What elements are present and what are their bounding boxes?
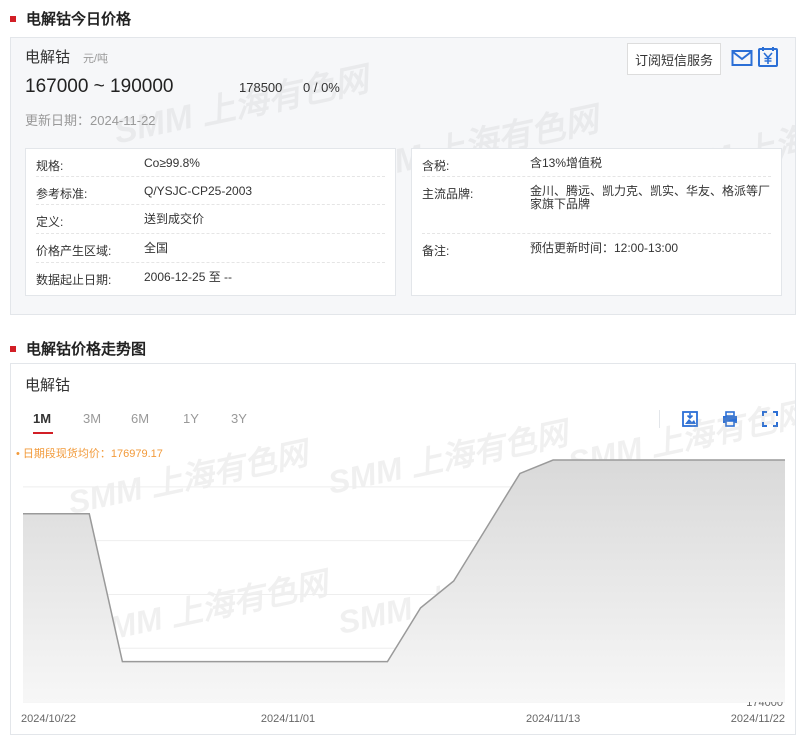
info-key: 规格: <box>36 159 64 173</box>
info-row-standard: 参考标准: Q/YSJC-CP25-2003 <box>36 177 385 205</box>
info-value: Q/YSJC-CP25-2003 <box>144 184 253 198</box>
yen-icon[interactable] <box>757 46 779 68</box>
mail-icon[interactable] <box>731 48 753 68</box>
info-value: Co≥99.8% <box>144 156 200 170</box>
x-tick-label: 2024/11/22 <box>731 713 785 725</box>
info-key: 含税: <box>422 159 450 173</box>
info-box-right: 含税: 含13%增值税 主流品牌: 金川、腾远、凯力克、凯实、华友、格派等厂家旗… <box>411 148 782 296</box>
watermark: SMM 上海有色网 <box>85 564 336 651</box>
info-row-tax: 含税: 含13%增值税 <box>422 149 771 177</box>
info-row-remark: 备注: 预估更新时间：12:00-13:00 <box>422 234 771 263</box>
section-title-text: 电解钴价格走势图 <box>26 341 147 358</box>
title-marker <box>10 345 16 352</box>
product-name: 电解钴 <box>25 49 71 66</box>
info-key: 定义: <box>36 215 64 229</box>
section-title-price-trend: 电解钴价格走势图 <box>10 338 146 359</box>
subscribe-sms-button[interactable]: 订阅短信服务 <box>627 43 721 75</box>
chart-card: 电解钴 1M 3M 6M 1Y 3Y • 日期段现货均价：176979.17 S… <box>10 363 796 735</box>
info-value: 预估更新时间：12:00-13:00 <box>530 241 679 255</box>
info-row-region: 价格产生区域: 全国 <box>36 234 385 263</box>
info-row-definition: 定义: 送到成交价 <box>36 205 385 234</box>
update-date: 更新日期：2024-11-22 <box>25 113 156 128</box>
info-box-left: 规格: Co≥99.8% 参考标准: Q/YSJC-CP25-2003 定义: … <box>25 148 396 296</box>
x-tick-label: 2024/10/22 <box>21 713 76 725</box>
x-tick-label: 2024/11/01 <box>261 713 315 725</box>
info-key: 主流品牌: <box>422 187 474 201</box>
info-key: 备注: <box>422 244 450 258</box>
section-title-today-price: 电解钴今日价格 <box>10 8 131 29</box>
price-average: 178500 <box>239 80 283 95</box>
info-value: 2006-12-25 至 -- <box>144 270 233 284</box>
info-value: 含13%增值税 <box>530 156 603 170</box>
info-row-brands: 主流品牌: 金川、腾远、凯力克、凯实、华友、格派等厂家旗下品牌 <box>422 177 771 234</box>
watermark: SMM 上海有色网 <box>110 60 372 152</box>
info-row-spec: 规格: Co≥99.8% <box>36 149 385 177</box>
info-value: 全国 <box>144 241 169 255</box>
info-row-date-range: 数据起止日期: 2006-12-25 至 -- <box>36 263 385 292</box>
info-key: 数据起止日期: <box>36 273 112 287</box>
info-key: 价格产生区域: <box>36 244 112 258</box>
price-trend-chart: SMM 上海有色网SMM 上海有色网SMM 上海有色网SMM 上海有色网SMM … <box>21 394 795 725</box>
title-marker <box>10 15 16 22</box>
section-title-text: 电解钴今日价格 <box>26 11 132 28</box>
price-change: 0 / 0% <box>303 80 340 95</box>
watermark: SMM 上海有色网 <box>65 434 316 521</box>
info-key: 参考标准: <box>36 187 88 201</box>
info-value: 金川、腾远、凯力克、凯实、华友、格派等厂家旗下品牌 <box>530 184 771 211</box>
x-tick-label: 2024/11/13 <box>526 713 580 725</box>
product-unit: 元/吨 <box>83 53 109 65</box>
price-range: 167000 ~ 190000 <box>25 76 174 97</box>
info-value: 送到成交价 <box>144 212 205 226</box>
price-panel: SMM 上海有色网 SMM 上海有色网 SMM 上海有色网 电解钴 元/吨 16… <box>10 37 796 315</box>
